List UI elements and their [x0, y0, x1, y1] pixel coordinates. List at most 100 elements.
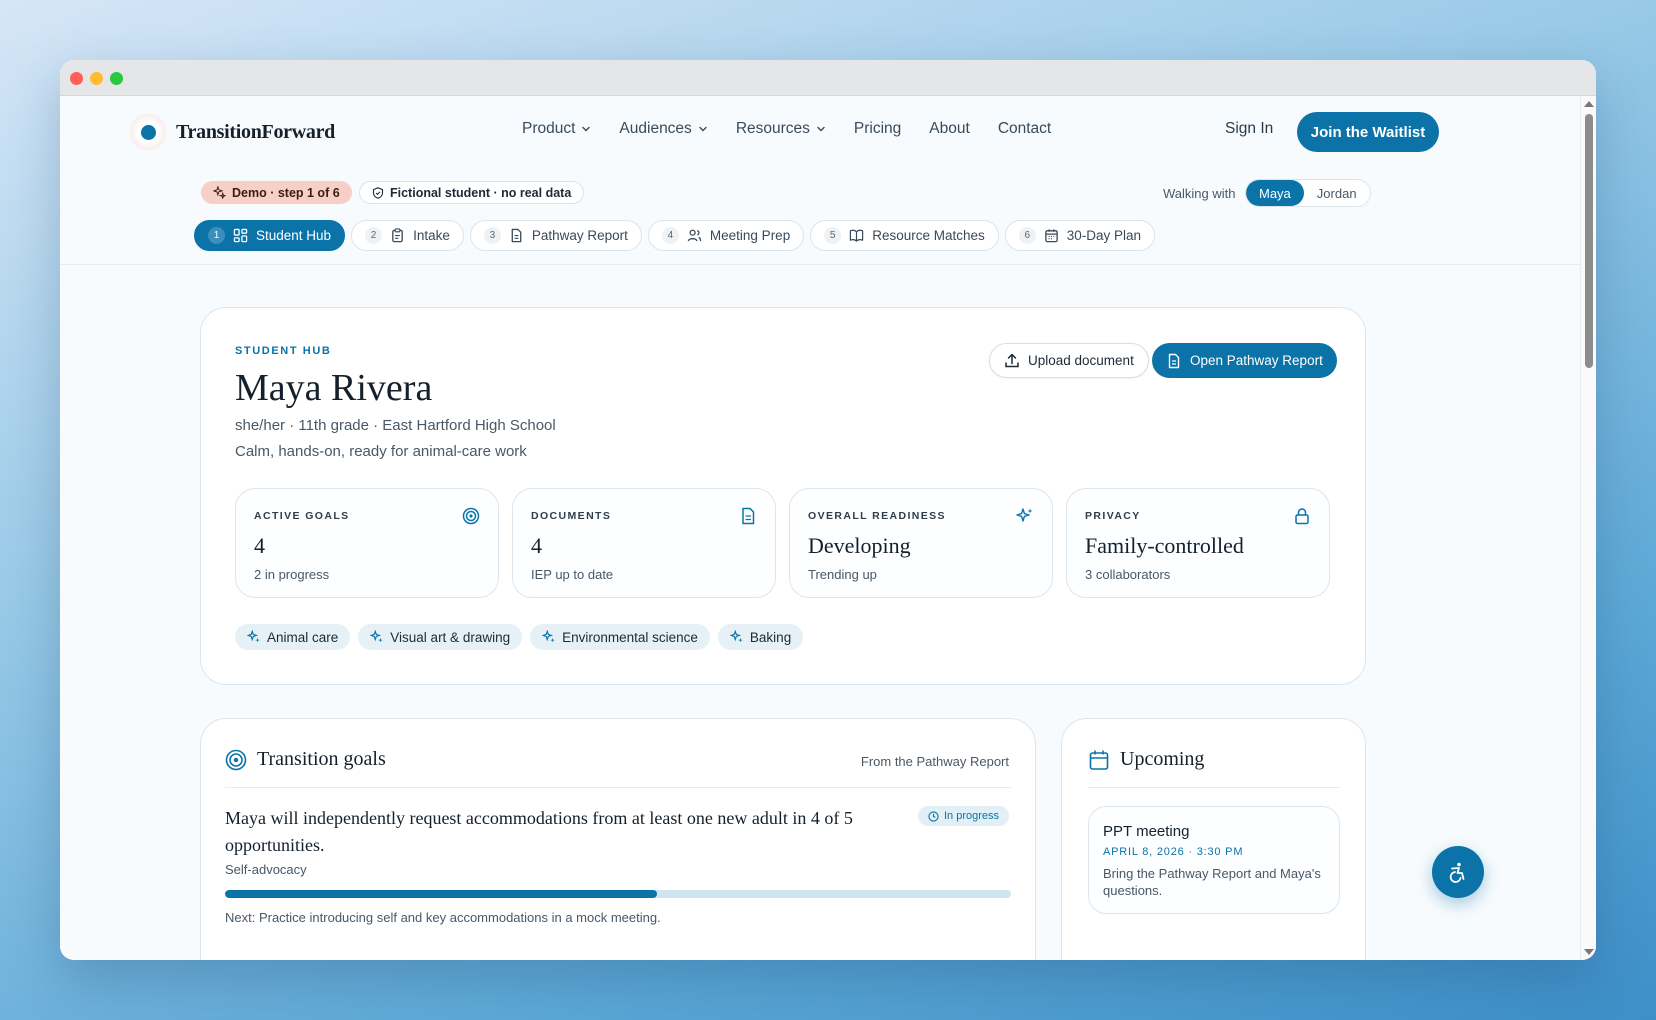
- sparkles-icon: [213, 186, 226, 199]
- brand-logo[interactable]: TransitionForward: [130, 114, 335, 150]
- nav-pricing[interactable]: Pricing: [854, 120, 901, 138]
- stat-label: ACTIVE GOALS: [254, 510, 350, 522]
- student-option-jordan[interactable]: Jordan: [1304, 180, 1370, 206]
- goal-status-badge: In progress: [917, 806, 1009, 826]
- step-number: 6: [1018, 227, 1036, 244]
- window-titlebar: [60, 60, 1596, 96]
- demo-step-text: Demo · step 1 of 6: [232, 185, 340, 200]
- nav-audiences[interactable]: Audiences: [619, 120, 707, 138]
- interest-label: Visual art & drawing: [390, 629, 511, 645]
- stat-value: 4: [531, 533, 542, 558]
- student-tagline: Calm, hands-on, ready for animal-care wo…: [235, 443, 527, 460]
- stat-privacy: PRIVACY Family-controlled 3 collaborator…: [1066, 488, 1330, 598]
- event-title: PPT meeting: [1103, 823, 1190, 840]
- stat-sub: IEP up to date: [531, 567, 614, 582]
- nav-about[interactable]: About: [929, 120, 970, 138]
- calendar-icon: [1044, 229, 1058, 243]
- goal-next-step: Next: Practice introducing self and key …: [225, 910, 661, 925]
- interest-label: Animal care: [267, 629, 339, 645]
- logo-mark-icon: [130, 114, 166, 150]
- step-intake[interactable]: 2 Intake: [351, 220, 464, 251]
- sparkles-icon: [370, 630, 384, 643]
- event-description: Bring the Pathway Report and Maya's ques…: [1103, 866, 1321, 898]
- step-meeting-prep[interactable]: 4 Meeting Prep: [647, 220, 805, 251]
- close-window-button[interactable]: [70, 72, 83, 85]
- step-label: Student Hub: [256, 228, 332, 243]
- fictional-student-badge: Fictional student · no real data: [359, 181, 585, 204]
- step-number: 2: [365, 227, 383, 244]
- stat-sub: 2 in progress: [254, 567, 330, 582]
- page-viewport: TransitionForward Product Audiences Reso…: [60, 96, 1596, 960]
- header-divider: [60, 264, 1580, 265]
- nav-contact[interactable]: Contact: [998, 120, 1051, 138]
- goal-text: Maya will independently request accommod…: [225, 808, 853, 855]
- nav-product-label: Product: [522, 120, 576, 137]
- document-icon: [1168, 353, 1180, 368]
- join-waitlist-button[interactable]: Join the Waitlist: [1297, 112, 1439, 152]
- step-student-hub[interactable]: 1 Student Hub: [194, 220, 346, 251]
- student-hub-card: STUDENT HUB Maya Rivera she/her · 11th g…: [200, 307, 1366, 685]
- book-icon: [850, 229, 864, 242]
- step-label: Meeting Prep: [709, 228, 791, 243]
- step-label: 30-Day Plan: [1066, 228, 1142, 243]
- browser-window: TransitionForward Product Audiences Reso…: [60, 60, 1596, 960]
- sparkles-icon: [1016, 508, 1033, 522]
- upcoming-event[interactable]: PPT meeting APRIL 8, 2026 · 3:30 PM Brin…: [1088, 806, 1340, 914]
- student-name: Maya Rivera: [235, 367, 433, 409]
- step-resource-matches[interactable]: 5 Resource Matches: [810, 220, 999, 251]
- open-pathway-report-label: Open Pathway Report: [1190, 353, 1323, 368]
- scroll-up-arrow-icon[interactable]: [1584, 101, 1594, 107]
- document-icon: [511, 228, 522, 243]
- interest-chip: Baking: [717, 624, 804, 650]
- maximize-window-button[interactable]: [110, 72, 123, 85]
- grid-icon: [233, 228, 248, 243]
- nav-product[interactable]: Product: [522, 120, 591, 138]
- goal-progress-bar: [225, 890, 1011, 898]
- walking-with-label: Walking with: [1163, 186, 1236, 201]
- goals-divider: [225, 787, 1011, 788]
- student-meta: she/her · 11th grade · East Hartford Hig…: [235, 417, 556, 434]
- stat-sub: Trending up: [808, 567, 877, 582]
- upload-document-button[interactable]: Upload document: [989, 343, 1149, 378]
- stat-active-goals: ACTIVE GOALS 4 2 in progress: [235, 488, 499, 598]
- upload-icon: [1005, 353, 1019, 367]
- accessibility-icon: [1449, 862, 1465, 883]
- calendar-icon: [1089, 750, 1109, 770]
- scrollbar-thumb[interactable]: [1585, 114, 1593, 368]
- student-option-maya[interactable]: Maya: [1246, 180, 1304, 206]
- upcoming-card: Upcoming PPT meeting APRIL 8, 2026 · 3:3…: [1061, 718, 1366, 960]
- nav-resources[interactable]: Resources: [736, 120, 826, 138]
- section-eyebrow: STUDENT HUB: [235, 345, 332, 357]
- page-scrollbar[interactable]: [1580, 96, 1596, 960]
- interest-chips: Animal care Visual art & drawing Environ…: [235, 624, 804, 650]
- interest-label: Baking: [749, 629, 792, 645]
- target-icon: [225, 749, 247, 770]
- step-label: Intake: [413, 228, 450, 243]
- target-icon: [462, 507, 480, 525]
- step-number: 1: [208, 227, 225, 244]
- users-icon: [687, 229, 702, 242]
- step-pathway-report[interactable]: 3 Pathway Report: [469, 220, 642, 251]
- transition-goals-card: Transition goals From the Pathway Report…: [200, 718, 1036, 960]
- stat-value: Family-controlled: [1085, 533, 1244, 558]
- minimize-window-button[interactable]: [90, 72, 103, 85]
- upcoming-title: Upcoming: [1120, 748, 1205, 770]
- goal-progress-fill: [225, 890, 658, 898]
- goals-source: From the Pathway Report: [860, 754, 1009, 769]
- step-30-day-plan[interactable]: 6 30-Day Plan: [1004, 220, 1156, 251]
- scroll-down-arrow-icon[interactable]: [1584, 949, 1594, 955]
- stat-overall-readiness: OVERALL READINESS Developing Trending up: [789, 488, 1053, 598]
- fictional-notice-text: Fictional student · no real data: [390, 185, 572, 200]
- goal-area: Self-advocacy: [225, 862, 307, 877]
- student-toggle: Maya Jordan: [1245, 179, 1371, 207]
- interest-chip: Visual art & drawing: [358, 624, 523, 650]
- stat-label: DOCUMENTS: [531, 510, 612, 522]
- chevron-down-icon: [817, 126, 825, 132]
- main-nav: Product Audiences Resources Pricing Abou…: [522, 120, 1051, 138]
- sparkles-icon: [729, 630, 743, 643]
- sign-in-link[interactable]: Sign In: [1225, 120, 1273, 138]
- open-pathway-report-button[interactable]: Open Pathway Report: [1152, 343, 1337, 378]
- accessibility-button[interactable]: [1432, 846, 1484, 898]
- clock-icon: [928, 810, 939, 822]
- step-label: Pathway Report: [531, 228, 628, 243]
